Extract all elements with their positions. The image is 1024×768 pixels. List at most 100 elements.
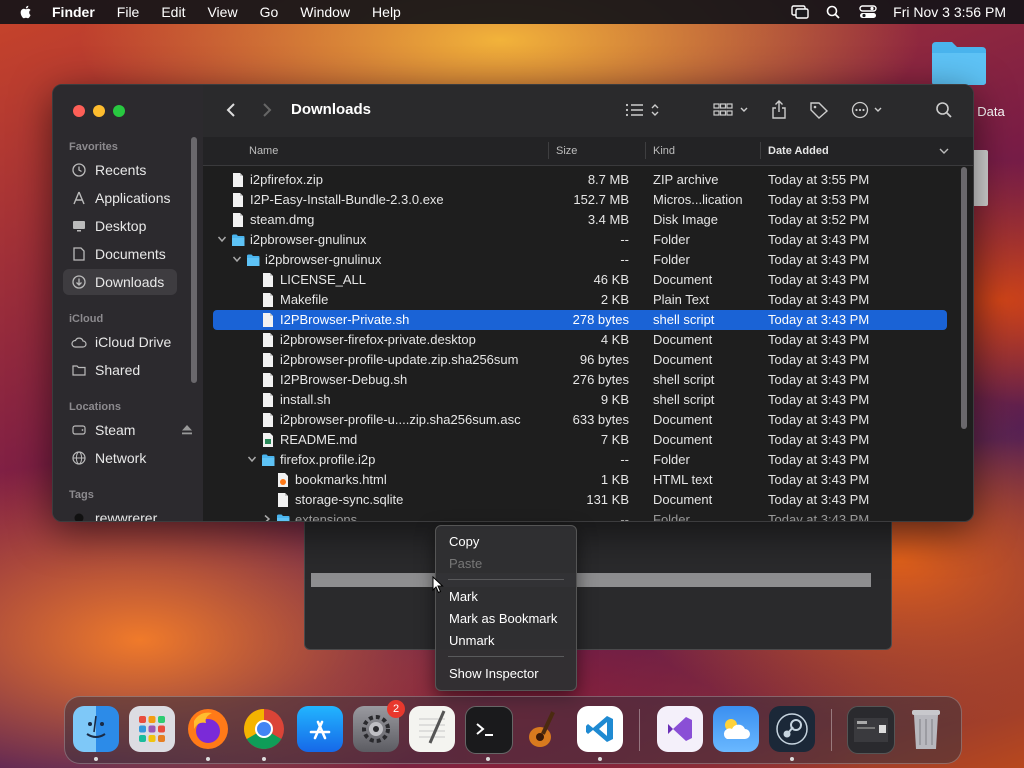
- menu-item-unmark[interactable]: Unmark: [449, 633, 495, 648]
- table-row[interactable]: bookmarks.html 1 KB HTML text Today at 3:43…: [213, 470, 947, 490]
- dock-garageband[interactable]: [521, 706, 567, 752]
- column-divider[interactable]: [645, 142, 646, 159]
- sidebar-item-shared[interactable]: Shared: [63, 357, 177, 383]
- table-row[interactable]: LICENSE_ALL 46 KB Document Today at 3:43 PM: [213, 270, 947, 290]
- table-row[interactable]: i2pbrowser-gnulinux -- Folder Today at 3:43…: [213, 250, 947, 270]
- more-actions-button[interactable]: [851, 101, 887, 119]
- dock-screenshot[interactable]: [847, 706, 895, 754]
- folder-icon: [277, 514, 290, 521]
- dock-visual-studio[interactable]: [657, 706, 703, 752]
- menu-item-mark[interactable]: Mark: [449, 589, 478, 604]
- file-size: --: [620, 252, 629, 267]
- table-row[interactable]: install.sh 9 KB shell script Today at 3:43 …: [213, 390, 947, 410]
- disclosure-open-icon[interactable]: [232, 254, 242, 264]
- menu-help[interactable]: Help: [372, 4, 401, 20]
- disclosure-closed-icon[interactable]: [262, 514, 272, 521]
- screen-mirroring-icon[interactable]: [791, 5, 809, 19]
- running-indicator: [790, 757, 794, 761]
- search-icon[interactable]: [825, 5, 843, 19]
- table-row[interactable]: i2pbrowser-profile-update.zip.sha256sum 9…: [213, 350, 947, 370]
- column-divider[interactable]: [760, 142, 761, 159]
- menu-window[interactable]: Window: [300, 4, 350, 20]
- sidebar-item-network[interactable]: Network: [63, 445, 177, 471]
- dock-trash[interactable]: [903, 706, 949, 752]
- forward-icon[interactable]: [257, 101, 275, 119]
- table-row[interactable]: I2PBrowser-Private.sh 278 bytes shell scri…: [213, 310, 947, 330]
- sort-descending-icon[interactable]: [939, 147, 949, 155]
- file-name: Makefile: [280, 292, 329, 307]
- dock-weather[interactable]: [713, 706, 759, 752]
- dock-textedit[interactable]: [409, 706, 455, 752]
- table-row[interactable]: storage-sync.sqlite 131 KB Document Today a…: [213, 490, 947, 510]
- menu-app-name[interactable]: Finder: [52, 4, 95, 20]
- menu-go[interactable]: Go: [260, 4, 279, 20]
- clock-icon: [71, 162, 87, 178]
- table-row[interactable]: extensions -- Folder Today at 3:43 PM: [213, 510, 947, 521]
- dock-firefox[interactable]: [185, 706, 231, 752]
- menu-edit[interactable]: Edit: [161, 4, 185, 20]
- column-size[interactable]: Size: [556, 145, 577, 157]
- dock-system-settings[interactable]: 2: [353, 700, 405, 752]
- dock-vscode[interactable]: [577, 706, 623, 752]
- table-row[interactable]: I2P-Easy-Install-Bundle-2.3.0.exe 152.7 M…: [213, 190, 947, 210]
- menu-item-copy[interactable]: Copy: [449, 534, 479, 549]
- menu-clock[interactable]: Fri Nov 3 3:56 PM: [893, 4, 1006, 20]
- share-button[interactable]: [771, 100, 787, 119]
- sidebar-item-steam[interactable]: Steam: [63, 417, 192, 443]
- table-row[interactable]: README.md 7 KB Document Today at 3:43 PM: [213, 430, 947, 450]
- menu-file[interactable]: File: [117, 4, 140, 20]
- table-row[interactable]: i2pbrowser-gnulinux -- Folder Today at 3:43…: [213, 230, 947, 250]
- dock-launchpad[interactable]: [129, 706, 175, 752]
- file-kind: shell script: [653, 372, 715, 387]
- menu-item-mark-as-bookmark[interactable]: Mark as Bookmark: [449, 611, 557, 626]
- back-icon[interactable]: [223, 101, 241, 119]
- cloud-icon: [71, 334, 87, 350]
- sidebar-item-documents[interactable]: Documents: [63, 241, 177, 267]
- column-date-added[interactable]: Date Added: [768, 145, 829, 157]
- grid-icon: [713, 103, 748, 116]
- dock-app-store[interactable]: [297, 706, 343, 752]
- table-row[interactable]: steam.dmg 3.4 MB Disk Image Today at 3:52 P…: [213, 210, 947, 230]
- tags-button[interactable]: [809, 101, 829, 119]
- finder-face-icon: [86, 715, 106, 738]
- table-row[interactable]: i2pbrowser-profile-u....zip.sha256sum.as…: [213, 410, 947, 430]
- sidebar-item-tag[interactable]: rewwrerer: [63, 505, 177, 521]
- dock-finder[interactable]: [73, 706, 119, 752]
- table-row[interactable]: I2PBrowser-Debug.sh 276 bytes shell script…: [213, 370, 947, 390]
- table-row[interactable]: Makefile 2 KB Plain Text Today at 3:43 PM: [213, 290, 947, 310]
- firefox-icon: [188, 709, 228, 749]
- dock-chrome[interactable]: [241, 706, 287, 752]
- sidebar-item-icloud-drive[interactable]: iCloud Drive: [63, 329, 177, 355]
- dock-steam[interactable]: [769, 706, 815, 752]
- dock-terminal[interactable]: [465, 706, 513, 754]
- file-size: 46 KB: [593, 272, 629, 287]
- menu-item-paste[interactable]: Paste: [449, 556, 482, 571]
- table-row[interactable]: i2pbrowser-firefox-private.desktop 4 KB Do…: [213, 330, 947, 350]
- notification-badge: 2: [387, 700, 405, 718]
- menu-item-show-inspector[interactable]: Show Inspector: [449, 666, 539, 681]
- column-divider[interactable]: [548, 142, 549, 159]
- control-center-icon[interactable]: [859, 5, 877, 19]
- group-button[interactable]: [713, 101, 751, 119]
- list-view-button[interactable]: [625, 101, 659, 119]
- sidebar-item-downloads[interactable]: Downloads: [63, 269, 177, 295]
- sidebar-scrollbar[interactable]: [191, 137, 197, 383]
- column-name[interactable]: Name: [249, 145, 278, 157]
- eject-icon[interactable]: [181, 424, 193, 435]
- sidebar-item-desktop[interactable]: Desktop: [63, 213, 177, 239]
- apple-icon[interactable]: [18, 4, 34, 20]
- disclosure-open-icon[interactable]: [217, 234, 227, 244]
- menu-view[interactable]: View: [207, 4, 237, 20]
- search-button[interactable]: [935, 101, 953, 119]
- file-kind: HTML text: [653, 472, 713, 487]
- sidebar-item-recents[interactable]: Recents: [63, 157, 177, 183]
- sidebar-item-applications[interactable]: Applications: [63, 185, 177, 211]
- zoom-button[interactable]: [113, 105, 125, 117]
- table-row[interactable]: firefox.profile.i2p -- Folder Today at 3:43…: [213, 450, 947, 470]
- column-kind[interactable]: Kind: [653, 145, 675, 157]
- file-list-scrollbar[interactable]: [961, 167, 967, 429]
- minimize-button[interactable]: [93, 105, 105, 117]
- table-row[interactable]: i2pfirefox.zip 8.7 MB ZIP archive Today at …: [213, 170, 947, 190]
- disclosure-open-icon[interactable]: [247, 454, 257, 464]
- close-button[interactable]: [73, 105, 85, 117]
